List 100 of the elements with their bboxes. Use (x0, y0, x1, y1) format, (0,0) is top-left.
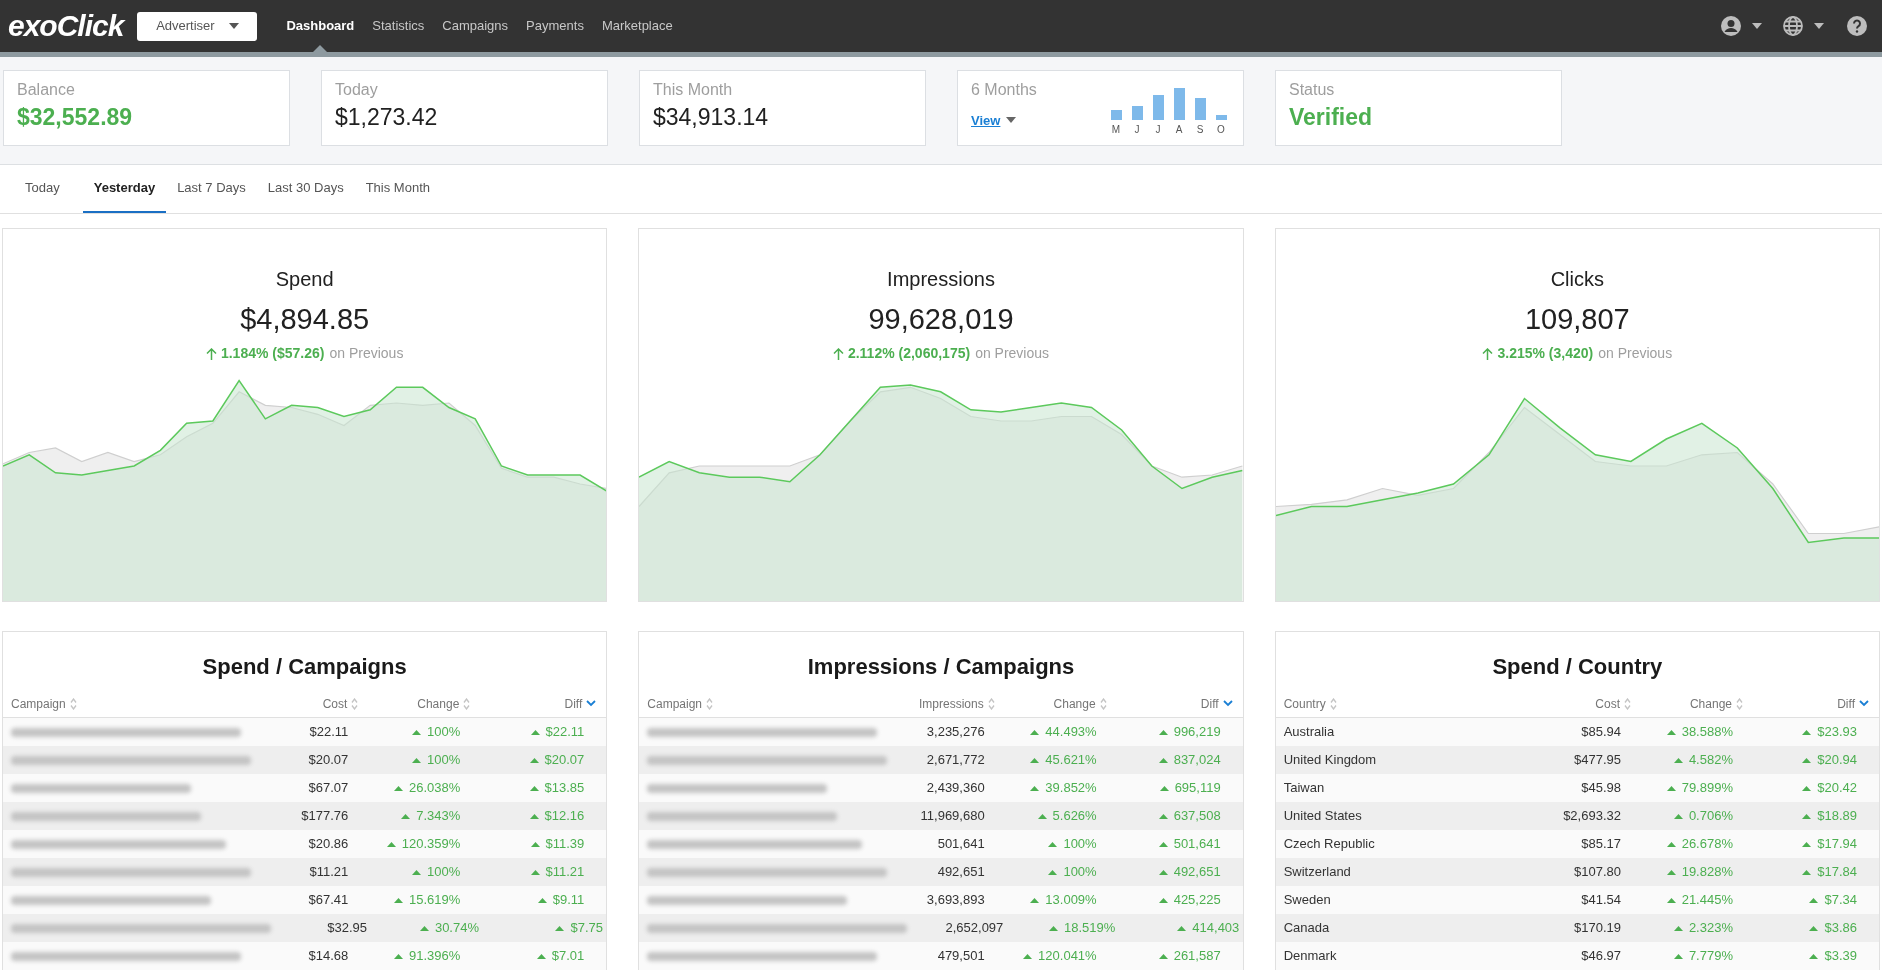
help-icon[interactable] (1846, 15, 1868, 37)
table-cell-text: 26.678% (1681, 835, 1733, 854)
up-triangle-icon (1049, 925, 1058, 931)
table-row[interactable]: 2,439,360 39.852% 695,119 (639, 774, 1243, 802)
column-header[interactable]: Diff (1757, 694, 1869, 713)
table-title: Spend / Campaigns (201, 653, 408, 680)
period-tab[interactable]: Last 7 Days (166, 165, 257, 213)
table-cell-text: 492,651 (1173, 863, 1221, 882)
table-cell-text: $20.42 (1817, 779, 1857, 798)
table-row[interactable]: $22.11 100% $22.11 (3, 718, 607, 746)
table-row[interactable]: Canada $170.19 2.323% $3.86 (1275, 914, 1879, 942)
table-row[interactable]: $32.95 30.74% $7.75 (3, 914, 607, 942)
table-row[interactable]: Czech Republic $85.17 26.678% $17.94 (1275, 830, 1879, 858)
table-cell-text: 3,235,276 (926, 723, 985, 742)
view-link[interactable]: View (971, 110, 1001, 130)
table-row[interactable]: 501,641 100% 501,641 (639, 830, 1243, 858)
column-header[interactable]: Country (1283, 694, 1525, 713)
table-row[interactable]: $67.41 15.619% $9.11 (3, 886, 607, 914)
table-row[interactable]: 492,651 100% 492,651 (639, 858, 1243, 886)
column-header[interactable]: Diff (484, 694, 597, 713)
up-triangle-icon (529, 785, 539, 791)
table-cell-text: 13.009% (1045, 891, 1097, 910)
user-icon[interactable] (1720, 15, 1742, 37)
globe-icon[interactable] (1782, 15, 1804, 37)
sort-icon (1099, 697, 1107, 710)
table-cell-text: $7.75 (570, 919, 603, 938)
table-row[interactable]: Switzerland $107.80 19.828% $17.84 (1275, 858, 1879, 886)
table-cell-text: $32.95 (327, 919, 367, 938)
table-row[interactable]: 3,693,893 13.009% 425,225 (639, 886, 1243, 914)
table-row[interactable]: 11,969,680 5.626% 637,508 (639, 802, 1243, 830)
month-label: M (1111, 123, 1121, 137)
card-value: $32,552.89 (17, 103, 134, 132)
table-cell-text: 414,403 (1192, 919, 1240, 938)
up-triangle-icon (1802, 729, 1812, 735)
column-header[interactable]: Campaign (11, 694, 253, 713)
table-row[interactable]: 2,671,772 45.621% 837,024 (639, 746, 1243, 774)
table-cell-text: 26.038% (409, 779, 461, 798)
logo[interactable]: exoClick (8, 8, 124, 44)
month-label: A (1175, 123, 1183, 137)
column-header[interactable]: Cost (252, 694, 373, 713)
card-label: Today (335, 80, 379, 100)
country-name: Australia (1283, 723, 1336, 742)
period-tab[interactable]: Today (14, 165, 71, 213)
column-header[interactable]: Impressions (888, 694, 1009, 713)
nav-link[interactable]: Statistics (363, 0, 434, 52)
table-cell-text: $7.01 (551, 947, 585, 966)
table-row[interactable]: $67.07 26.038% $13.85 (3, 774, 607, 802)
table-cell-text: 38.588% (1681, 723, 1733, 742)
table-cell-text: $17.94 (1817, 835, 1857, 854)
card-label: Status (1289, 80, 1336, 100)
card-label: This Month (653, 80, 734, 100)
table-row[interactable]: 479,501 120.041% 261,587 (639, 942, 1243, 970)
country-name: Taiwan (1283, 779, 1326, 798)
column-header[interactable]: Change (1645, 694, 1757, 713)
table-cell-text: $107.80 (1574, 863, 1621, 882)
column-header[interactable]: Diff (1120, 694, 1233, 713)
table-row[interactable]: $14.68 91.396% $7.01 (3, 942, 607, 970)
table-cell-text: $20.07 (308, 751, 349, 770)
table-row[interactable]: 2,652,097 18.519% 414,403 (639, 914, 1243, 942)
table-cell-text: $177.76 (301, 807, 349, 826)
table-row[interactable]: Denmark $46.97 7.779% $3.39 (1275, 942, 1879, 970)
table-row[interactable]: 3,235,276 44.493% 996,219 (639, 718, 1243, 746)
table-row[interactable]: Australia $85.94 38.588% $23.93 (1275, 718, 1879, 746)
period-tab[interactable]: This Month (354, 165, 441, 213)
column-header[interactable]: Change (1008, 694, 1121, 713)
metric-title: Clicks (1550, 267, 1604, 291)
period-tab[interactable]: Yesterday (82, 165, 167, 213)
table-cell-text: 4.582% (1688, 751, 1733, 770)
nav-link[interactable]: Campaigns (433, 0, 518, 52)
up-triangle-icon (1158, 953, 1168, 959)
up-triangle-icon (529, 757, 539, 763)
column-header[interactable]: Campaign (647, 694, 889, 713)
table-row[interactable]: $20.07 100% $20.07 (3, 746, 607, 774)
nav-link[interactable]: Marketplace (592, 0, 682, 52)
sort-icon (1736, 697, 1743, 710)
up-triangle-icon (1666, 869, 1676, 875)
nav-link[interactable]: Payments (517, 0, 593, 52)
period-tab[interactable]: Last 30 Days (256, 165, 355, 213)
table-cell-text: 479,501 (937, 947, 985, 966)
up-triangle-icon (412, 729, 422, 735)
table-row[interactable]: $177.76 7.343% $12.16 (3, 802, 607, 830)
table-cell-text: $13.85 (544, 779, 585, 798)
table-row[interactable]: Taiwan $45.98 79.899% $20.42 (1275, 774, 1879, 802)
table-row[interactable]: United States $2,693.32 0.706% $18.89 (1275, 802, 1879, 830)
column-header[interactable]: Change (372, 694, 485, 713)
table-cell-text: $41.54 (1581, 891, 1621, 910)
table-row[interactable]: Sweden $41.54 21.445% $7.34 (1275, 886, 1879, 914)
table-cell-text: $17.84 (1817, 863, 1857, 882)
table-cell-text: 19.828% (1681, 863, 1733, 882)
up-triangle-icon (530, 841, 540, 847)
column-header[interactable]: Cost (1525, 694, 1645, 713)
account-type-dropdown[interactable]: Advertiser (137, 11, 258, 41)
up-triangle-icon (1177, 925, 1187, 931)
up-triangle-icon (1802, 785, 1812, 791)
table-cell-text: 501,641 (937, 835, 985, 854)
table-cell-text: 837,024 (1173, 751, 1221, 770)
table-row[interactable]: $20.86 120.359% $11.39 (3, 830, 607, 858)
table-row[interactable]: United Kingdom $477.95 4.582% $20.94 (1275, 746, 1879, 774)
table-row[interactable]: $11.21 100% $11.21 (3, 858, 607, 886)
card-label: 6 Months (971, 80, 1038, 100)
